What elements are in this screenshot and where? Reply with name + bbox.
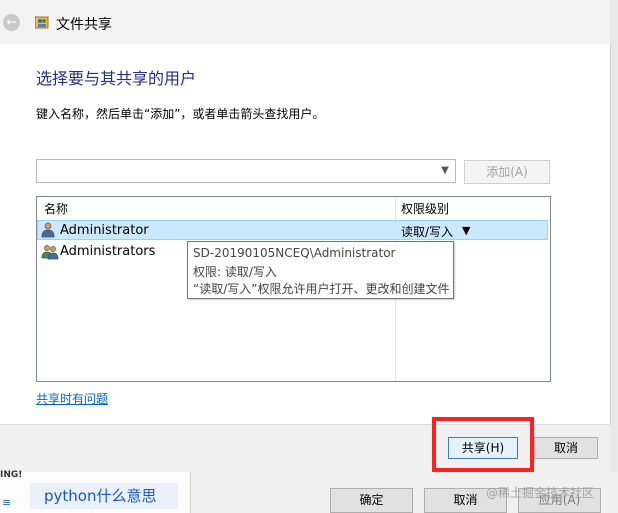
background-ok-button[interactable]: 确定 — [330, 488, 413, 513]
list-row-name[interactable]: Administrators — [60, 244, 155, 259]
help-link[interactable]: 共享时有问题 — [36, 390, 108, 407]
permission-dropdown-icon[interactable]: ▼ — [462, 224, 470, 237]
tooltip: SD-20190105NCEQ\Administrator 权限: 读取/写入 … — [187, 241, 454, 299]
tooltip-line: SD-20190105NCEQ\Administrator — [193, 246, 396, 260]
user-name-combobox[interactable]: ▼ — [36, 159, 456, 183]
group-icon — [41, 244, 59, 263]
list-row-permission[interactable]: 读取/写入 — [401, 223, 453, 240]
window-title: 文件共享 — [56, 17, 112, 33]
highlight-box — [432, 417, 534, 472]
background-icon: ≡ — [2, 496, 12, 509]
background-tab[interactable]: python什么意思 — [30, 483, 178, 509]
back-arrow-icon[interactable]: ← — [3, 14, 20, 31]
instruction-text: 键入名称，然后单击“添加”，或者单击箭头查找用户。 — [36, 107, 325, 121]
page-heading: 选择要与其共享的用户 — [36, 69, 197, 88]
list-row-name: Administrator — [60, 223, 149, 238]
share-users-icon — [34, 15, 50, 29]
user-icon — [41, 222, 55, 241]
add-button[interactable]: 添加(A) — [464, 160, 550, 184]
window-edge — [610, 0, 618, 472]
background-text: ING! — [0, 470, 23, 480]
chevron-down-icon[interactable]: ▼ — [435, 160, 455, 182]
tooltip-line: “读取/写入”权限允许用户打开、更改和创建文件 — [193, 282, 450, 296]
cancel-button[interactable]: 取消 — [534, 437, 598, 459]
column-header-name[interactable]: 名称 — [44, 200, 68, 217]
tooltip-line: 权限: 读取/写入 — [193, 265, 277, 279]
watermark: @稀土掘金技术社区 — [486, 486, 595, 500]
column-header-permission[interactable]: 权限级别 — [401, 200, 449, 217]
